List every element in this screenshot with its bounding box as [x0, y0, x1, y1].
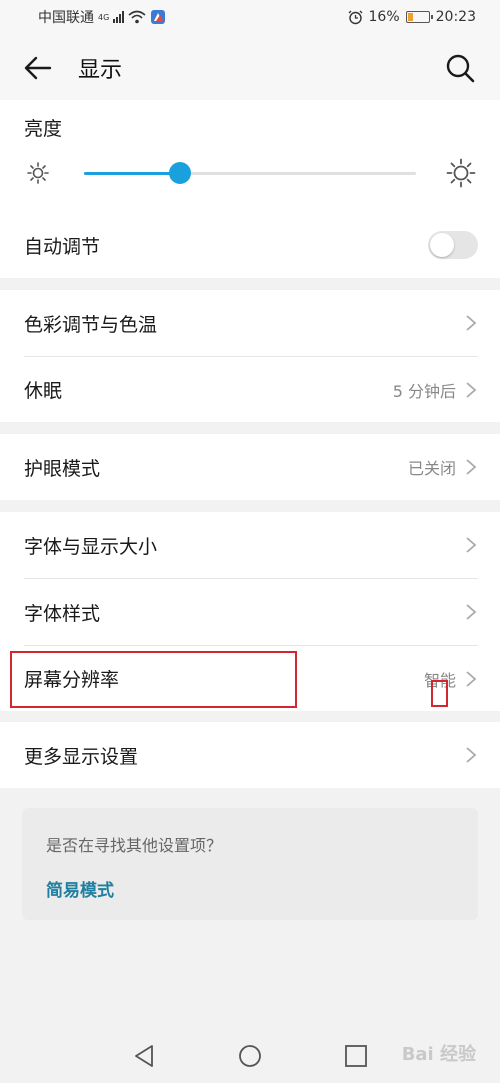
- eye-comfort-label: 护眼模式: [24, 457, 101, 480]
- color-sleep-card: 色彩调节与色温 休眠 5 分钟后: [0, 290, 500, 422]
- battery-percent: 16%: [368, 9, 400, 25]
- status-time: 20:23: [435, 9, 476, 25]
- eye-comfort-row[interactable]: 护眼模式 已关闭: [24, 434, 478, 500]
- font-style-row[interactable]: 字体样式: [24, 579, 478, 645]
- baidu-watermark: Bai 经验: [401, 1044, 476, 1065]
- carrier-label: 中国联通: [38, 10, 94, 26]
- annotation-box-value: [431, 680, 448, 707]
- status-bar: 中国联通 4G 16% 20:23: [0, 0, 500, 34]
- font-size-row[interactable]: 字体与显示大小: [24, 512, 478, 578]
- chevron-right-icon: [466, 537, 477, 553]
- chevron-right-icon: [466, 604, 477, 620]
- search-icon[interactable]: [444, 52, 476, 84]
- sleep-label: 休眠: [24, 380, 63, 402]
- recent-apps-square-icon[interactable]: [342, 1042, 370, 1070]
- color-temperature-row[interactable]: 色彩调节与色温: [24, 290, 478, 356]
- signal-icon: [113, 11, 125, 23]
- more-display-row[interactable]: 更多显示设置: [24, 722, 478, 788]
- font-style-label: 字体样式: [24, 602, 101, 625]
- brightness-label: 亮度: [24, 118, 63, 140]
- sleep-row[interactable]: 休眠 5 分钟后: [24, 357, 478, 422]
- app-icon: [151, 10, 166, 24]
- simple-mode-link[interactable]: 简易模式: [46, 876, 114, 901]
- chevron-right-icon: [466, 381, 477, 398]
- alarm-icon: [348, 10, 362, 24]
- back-triangle-icon[interactable]: [130, 1042, 158, 1070]
- toggle-knob: [430, 233, 454, 257]
- eye-comfort-card: 护眼模式 已关闭: [0, 434, 500, 500]
- chevron-right-icon: [466, 670, 477, 687]
- sun-small-icon: [27, 162, 49, 184]
- chevron-right-icon: [466, 747, 477, 763]
- annotation-box-resolution: [10, 651, 297, 708]
- brightness-slider-thumb[interactable]: [169, 162, 192, 184]
- network-label: 4G: [98, 13, 110, 22]
- brightness-card: 亮度 自动调节: [0, 100, 500, 278]
- settings-hint-panel: 是否在寻找其他设置项？ 简易模式: [22, 808, 478, 920]
- chevron-right-icon: [466, 315, 477, 331]
- auto-brightness-label: 自动调节: [24, 235, 101, 258]
- auto-brightness-toggle[interactable]: [428, 231, 478, 259]
- eye-comfort-value: 已关闭: [407, 459, 456, 478]
- hint-text: 是否在寻找其他设置项？: [46, 836, 223, 855]
- sleep-value: 5 分钟后: [392, 381, 456, 401]
- more-display-label: 更多显示设置: [24, 745, 139, 768]
- chevron-right-icon: [466, 459, 477, 475]
- color-temperature-label: 色彩调节与色温: [24, 313, 158, 336]
- brightness-slider[interactable]: [84, 162, 416, 184]
- app-header: 显示: [0, 34, 500, 100]
- page-title: 显示: [78, 58, 123, 83]
- wifi-icon: [128, 10, 146, 24]
- brightness-slider-fill: [84, 172, 181, 175]
- home-circle-icon[interactable]: [236, 1042, 264, 1070]
- arrow-left-icon[interactable]: [22, 52, 54, 84]
- font-size-label: 字体与显示大小: [24, 535, 158, 558]
- more-display-card: 更多显示设置: [0, 722, 500, 788]
- auto-brightness-row[interactable]: 自动调节: [24, 228, 478, 262]
- battery-icon: [405, 11, 433, 23]
- sun-large-icon: [446, 158, 476, 188]
